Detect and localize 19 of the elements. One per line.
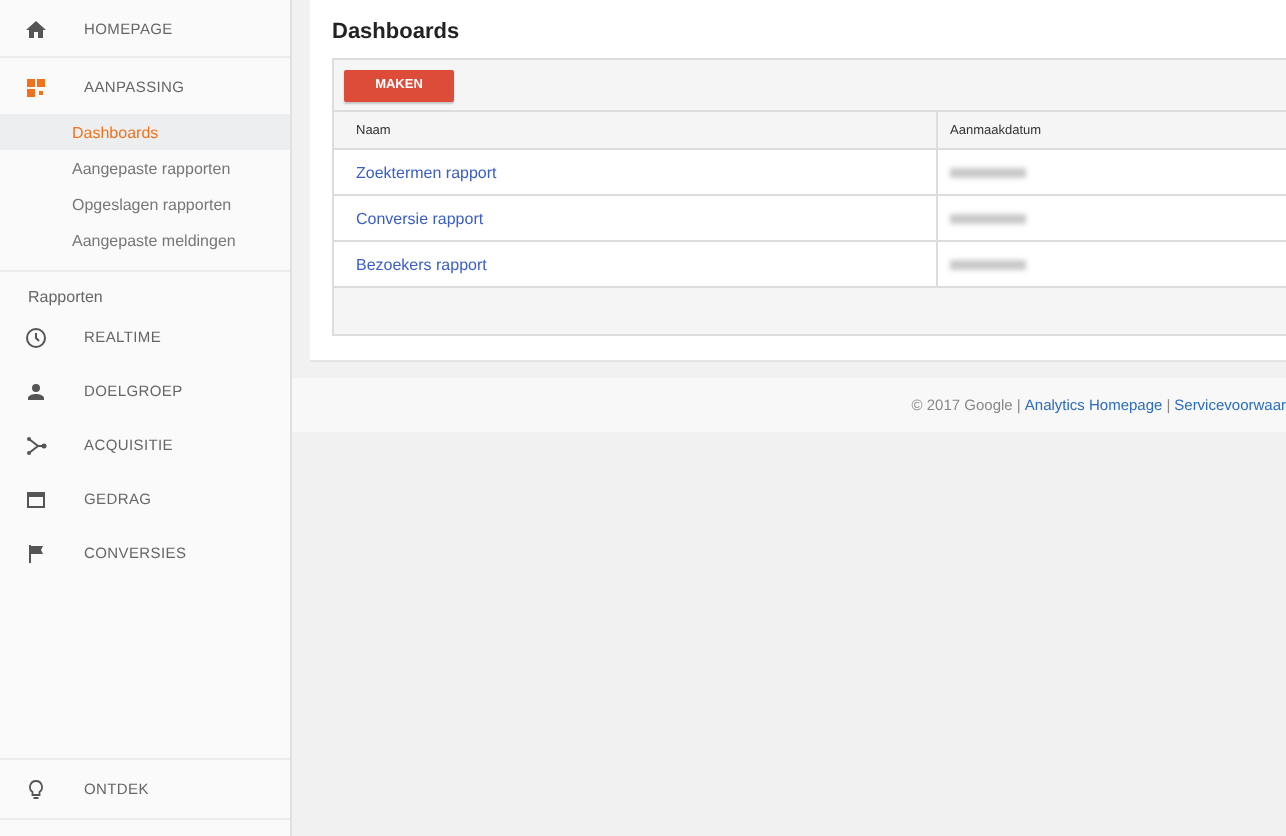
fork-icon: [24, 433, 48, 457]
blurred-date-drawing: [950, 259, 1026, 269]
person-icon: [24, 379, 48, 403]
sub-nav-item[interactable]: Aangepaste meldingen: [0, 222, 290, 258]
report-link[interactable]: Bezoekers rapport: [356, 255, 487, 273]
sub-nav-item[interactable]: Opgeslagen rapporten: [0, 186, 290, 222]
clock-icon: [24, 325, 48, 349]
home-icon: [24, 17, 48, 41]
sub-nav-item[interactable]: Aangepaste rapporten: [0, 150, 290, 186]
page-title: Dashboards: [332, 20, 462, 44]
report-link[interactable]: Conversie rapport: [356, 209, 484, 227]
lightbulb-icon: [24, 777, 48, 801]
grid-icon: [24, 75, 48, 99]
blurred-date-drawing: [950, 213, 1026, 223]
window-icon: [24, 487, 48, 511]
blurred-date-drawing: [950, 167, 1026, 177]
report-link[interactable]: Zoektermen rapport: [356, 163, 497, 181]
section-label: Rapporten: [0, 270, 290, 310]
flag-icon: [24, 541, 48, 565]
